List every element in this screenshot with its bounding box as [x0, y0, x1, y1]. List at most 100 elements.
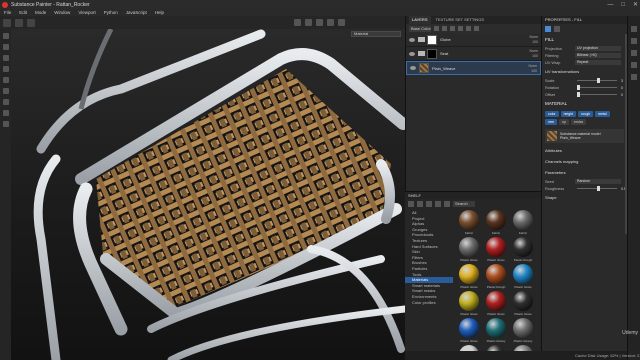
grid-icon[interactable]	[15, 18, 23, 27]
shelf-import-icon[interactable]	[426, 200, 432, 207]
offset-slider[interactable]	[577, 92, 617, 97]
rotation-slider-knob[interactable]	[577, 85, 580, 90]
screenshot-icon[interactable]	[316, 19, 323, 26]
camera-icon[interactable]	[294, 19, 301, 26]
material-card[interactable]: Substance material model Plain_Weave	[545, 129, 624, 143]
shader-settings-dock-icon[interactable]	[631, 74, 637, 80]
parameters-section[interactable]: Parameters	[542, 167, 627, 178]
material-channel-toggle[interactable]: color	[545, 111, 559, 117]
brush-icon[interactable]	[2, 33, 9, 39]
fill-properties-icon[interactable]	[545, 26, 551, 32]
offset-slider-knob[interactable]	[577, 92, 580, 97]
mask-properties-icon[interactable]	[554, 26, 560, 32]
roughness-slider[interactable]	[577, 186, 617, 191]
material-channel-toggle[interactable]: metal	[595, 111, 610, 117]
scale-slider[interactable]	[577, 78, 617, 83]
menu-mode[interactable]: Mode	[35, 10, 46, 15]
shelf-material-item[interactable]: Plastic Rough	[484, 264, 508, 289]
material-channel-toggle[interactable]: emiss	[570, 119, 587, 125]
shelf-material-item[interactable]: Plastic Gloss	[511, 264, 535, 289]
offset-value[interactable]: 0	[621, 93, 623, 97]
layer-row[interactable]: Seat Norm 100	[406, 47, 541, 61]
menu-edit[interactable]: Edit	[19, 10, 27, 15]
shelf-material-item[interactable]: Fabric	[484, 210, 508, 235]
add-layer-icon[interactable]	[458, 26, 463, 31]
paint-tool-icon[interactable]	[3, 18, 11, 27]
add-mask-icon[interactable]	[434, 26, 439, 31]
shelf-filter-icon[interactable]	[444, 200, 450, 207]
shelf-material-item[interactable]: Plastic Gloss	[457, 291, 481, 316]
menu-help[interactable]: Help	[155, 10, 164, 15]
menu-viewport[interactable]: Viewport	[78, 10, 95, 15]
channel-select[interactable]: Base Color	[409, 25, 431, 32]
add-folder-icon[interactable]	[466, 26, 471, 31]
layer-row-selected[interactable]: Plain_Weave Norm 100	[406, 61, 541, 75]
attributes-section[interactable]: Attributes	[542, 145, 627, 156]
close-button[interactable]: ✕	[633, 1, 638, 8]
shelf-material-item[interactable]: Plastic Glossy	[511, 318, 535, 343]
history-dock-icon[interactable]	[631, 50, 637, 56]
menu-python[interactable]: Python	[104, 10, 118, 15]
properties-dock-icon[interactable]	[631, 26, 637, 32]
delete-layer-icon[interactable]	[474, 26, 479, 31]
visibility-eye-icon[interactable]	[409, 37, 415, 42]
layer-blend-info[interactable]: Norm 100	[529, 35, 538, 44]
shelf-search-input[interactable]: Search	[453, 200, 475, 207]
layer-blend-info[interactable]: Norm 100	[528, 64, 537, 73]
shelf-grid-icon[interactable]	[435, 200, 441, 207]
rotation-slider[interactable]	[577, 85, 617, 90]
render-icon[interactable]	[327, 19, 334, 26]
shelf-material-item[interactable]: Fabric	[457, 210, 481, 235]
shelf-material-item[interactable]: Plastic Gloss	[511, 291, 535, 316]
seed-button[interactable]: Random	[575, 179, 621, 184]
menu-window[interactable]: Window	[54, 10, 70, 15]
shelf-folder-icon[interactable]	[417, 200, 423, 207]
filtering-dropdown[interactable]: Bilinear | HQ	[575, 53, 621, 58]
geometry-fill-icon[interactable]	[2, 66, 9, 72]
material-channel-toggle[interactable]: op	[559, 119, 569, 125]
scale-slider-knob[interactable]	[597, 78, 600, 83]
symmetry-icon[interactable]	[27, 18, 35, 27]
material-channel-toggle[interactable]: rough	[578, 111, 594, 117]
projection-icon[interactable]	[2, 55, 9, 61]
visibility-eye-icon[interactable]	[409, 51, 415, 56]
shelf-material-item[interactable]: Plastic Glossy	[484, 318, 508, 343]
menu-javascript[interactable]: JavaScript	[126, 10, 147, 15]
shelf-material-item[interactable]: Plastic Gloss	[457, 237, 481, 262]
display-settings-dock-icon[interactable]	[631, 62, 637, 68]
uv-transformations-header[interactable]: UV transformations	[542, 66, 627, 77]
tab-texture-set-settings[interactable]: TEXTURE SET SETTINGS	[433, 16, 488, 24]
clone-icon[interactable]	[2, 88, 9, 94]
3d-viewport[interactable]: Material	[11, 29, 405, 360]
shelf-category-item[interactable]: Color profiles	[405, 300, 453, 306]
polygon-fill-icon[interactable]	[2, 121, 9, 127]
add-effect-icon[interactable]	[442, 26, 447, 31]
maximize-button[interactable]: □	[621, 2, 625, 8]
material-channel-toggle[interactable]: nrm	[545, 119, 558, 125]
layer-blend-info[interactable]: Norm 100	[529, 49, 538, 58]
shelf-material-item[interactable]: Fabric	[511, 210, 535, 235]
material-channel-toggle[interactable]: height	[560, 111, 577, 117]
visibility-eye-icon[interactable]	[410, 66, 416, 70]
shelf-material-item[interactable]: Plastic Gloss	[484, 291, 508, 316]
material-picker-icon[interactable]	[2, 99, 9, 105]
projection-dropdown[interactable]: UV projection	[575, 46, 621, 51]
shape-section[interactable]: Shape	[542, 192, 627, 203]
shelf-material-item[interactable]: Plastic Gloss	[484, 237, 508, 262]
texture-set-dock-icon[interactable]	[631, 38, 637, 44]
eraser-icon[interactable]	[2, 44, 9, 50]
layer-row[interactable]: Globe Norm 100	[406, 33, 541, 47]
add-fill-layer-icon[interactable]	[450, 26, 455, 31]
bake-icon[interactable]	[2, 110, 9, 116]
roughness-slider-knob[interactable]	[597, 186, 600, 191]
scale-value[interactable]: 3	[621, 79, 623, 83]
tab-layers[interactable]: LAYERS	[409, 16, 431, 24]
shelf-material-item[interactable]: Plastic Gloss	[457, 318, 481, 343]
settings-icon[interactable]	[338, 19, 345, 26]
shelf-new-icon[interactable]	[408, 200, 414, 207]
uvwrap-dropdown[interactable]: Repeat	[575, 60, 621, 65]
shelf-material-item[interactable]: Plastic Gloss	[457, 264, 481, 289]
viewport-material-select[interactable]: Material	[351, 31, 401, 37]
channels-mapping-section[interactable]: Channels mapping	[542, 156, 627, 167]
minimize-button[interactable]: —	[607, 2, 613, 8]
